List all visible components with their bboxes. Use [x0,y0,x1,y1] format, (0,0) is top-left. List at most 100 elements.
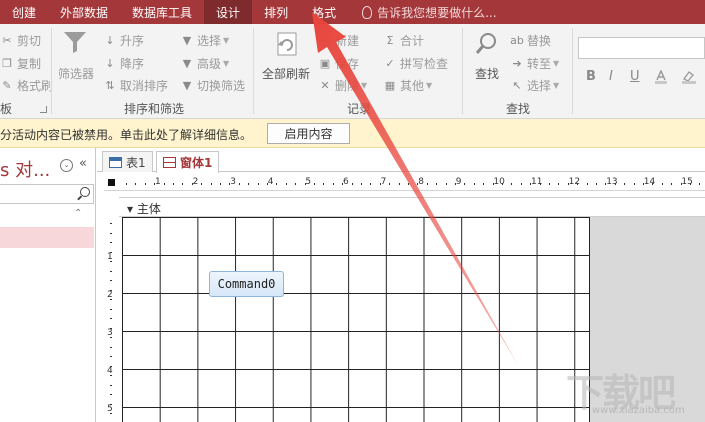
detail-section-header[interactable]: ▾ 主体 [119,197,705,217]
ruler-tick [549,183,550,185]
more-label: 其他 [400,79,425,93]
ruler-tick [135,183,137,185]
ruler-tick [690,183,691,185]
vruler-tick [110,299,112,300]
save-record-button[interactable]: ▣ 保存 [318,55,359,72]
form-selector[interactable] [108,179,115,186]
nav-pane-title[interactable]: s 对... [0,156,50,182]
selection-filter-icon: ▼ [182,33,192,47]
shutter-collapse-button[interactable]: « [79,156,87,171]
document-tab-bar: 表1 窗体1 [97,148,705,173]
font-color-icon[interactable] [654,69,668,84]
tell-me-box[interactable]: 告诉我您想要做什么... [348,0,508,24]
delete-label: 删除 [335,79,360,93]
ruler-number: 2 [192,177,199,187]
chevron-down-icon[interactable]: ⌄ [60,159,73,172]
highlight-icon[interactable] [681,70,697,84]
replace-button[interactable]: ab 替换 [510,32,551,49]
italic-button[interactable]: I [609,69,613,84]
command-button-control[interactable]: Command0 [209,271,284,297]
underline-button[interactable]: U [630,69,640,84]
vruler-tick [110,270,112,272]
dropdown-arrow-icon: ▼ [553,59,560,68]
filter-button[interactable]: 筛选器 [58,65,94,82]
sort-descending-button[interactable]: ↓ 降序 [103,55,144,72]
tab-database-tools[interactable]: 数据库工具 [120,0,204,24]
ruler-number: 11 [531,177,543,187]
delete-icon: ✕ [320,78,330,92]
cut-button[interactable]: ✂ 剪切 [0,32,41,49]
copy-button[interactable]: ❐ 复制 [0,55,41,72]
ruler-tick [577,183,579,185]
more-icon: ▦ [384,78,396,92]
ruler-tick [370,183,372,185]
cut-label: 剪切 [17,34,42,48]
vertical-ruler: 12345 [104,217,118,422]
copy-label: 复制 [17,57,42,71]
sort-filter-group-label: 排序和筛选 [124,102,185,116]
tab-design[interactable]: 设计 [204,0,253,24]
ribbon-tab-bar: 创建 外部数据 数据库工具 设计 排列 格式 告诉我您想要做什么... [0,0,705,24]
ruler-tick [558,183,560,185]
ruler-tick [417,183,419,185]
vruler-tick [110,327,112,329]
new-record-button[interactable]: ▤ 新建 [318,32,359,49]
vruler-tick [110,261,112,262]
ruler-tick [229,183,231,185]
refresh-all-button[interactable]: 全部刷新 [262,65,310,82]
more-button[interactable]: ▦ 其他 ▼ [383,77,432,94]
dropdown-arrow-icon: ▼ [361,81,368,90]
save-label: 保存 [335,57,360,71]
spelling-button[interactable]: ✓ 拼写检查 [383,55,448,72]
tell-me-text: 告诉我您想要做什么... [377,5,497,20]
vruler-tick [110,223,112,224]
ruler-tick [426,183,428,185]
clipboard-launcher-icon[interactable] [40,106,47,113]
tab-format[interactable]: 格式 [300,0,348,24]
vruler-tick [110,375,112,376]
tab-form1[interactable]: 窗体1 [156,151,220,173]
selection-button[interactable]: ▼ 选择 ▼ [180,32,229,49]
delete-record-button[interactable]: ✕ 删除 ▼ [318,77,367,94]
totals-button[interactable]: Σ 合计 [383,32,425,49]
new-record-icon: ▤ [319,33,331,47]
format-painter-button[interactable]: ✎ 格式刷 [0,77,53,94]
enable-content-button[interactable]: 启用内容 [267,123,350,144]
select-button[interactable]: ↖ 选择 ▼ [510,77,559,94]
vruler-tick [110,365,112,367]
ruler-tick [586,183,588,185]
ruler-tick [154,183,156,185]
tab-create[interactable]: 创建 [0,0,48,24]
sort-ascending-button[interactable]: ↓ 升序 [103,32,144,49]
toggle-filter-button[interactable]: ▼ 切换筛选 [180,77,245,94]
find-button[interactable]: 查找 [475,65,499,82]
advanced-button[interactable]: ▼ 高级 ▼ [180,55,229,72]
tab-external-data[interactable]: 外部数据 [48,0,120,24]
font-name-box[interactable] [578,37,705,59]
format-painter-label: 格式刷 [17,79,54,93]
magnifier-icon [474,31,500,57]
ascending-label: 升序 [120,34,145,48]
ruler-tick [285,183,287,185]
nav-search-input[interactable] [0,184,94,204]
ribbon: ✂ 剪切 ❐ 复制 ✎ 格式刷 板 筛选器 ↓ 升序 ↓ 降序 ⇅ 取消排序 ▼ 选择 ▼ ▼ 高… [0,24,705,119]
ruler-tick [257,183,259,185]
bold-button[interactable]: B [586,69,596,84]
search-icon[interactable] [80,187,90,197]
goto-button[interactable]: ➔ 转至 ▼ [510,55,559,72]
ruler-tick [652,183,654,185]
form-design-grid[interactable] [122,217,590,422]
tab-arrange[interactable]: 排列 [252,0,300,24]
nav-item-selected[interactable] [0,227,94,248]
ruler-tick [238,183,240,185]
ruler-number: 14 [643,177,656,187]
remove-sort-button[interactable]: ⇅ 取消排序 [103,77,168,94]
tab-table1[interactable]: 表1 [102,151,153,172]
scroll-up-icon[interactable]: ⌃ [74,208,82,219]
ruler-tick [248,183,250,185]
advanced-filter-icon: ▼ [182,56,192,70]
navigation-pane: s 对... ⌄ « ⌃ [0,148,96,422]
ruler-tick [492,183,494,185]
message-text[interactable]: 分活动内容已被禁用。单击此处了解详细信息。 [0,126,252,143]
sort-asc-icon: ↓ [105,33,115,47]
